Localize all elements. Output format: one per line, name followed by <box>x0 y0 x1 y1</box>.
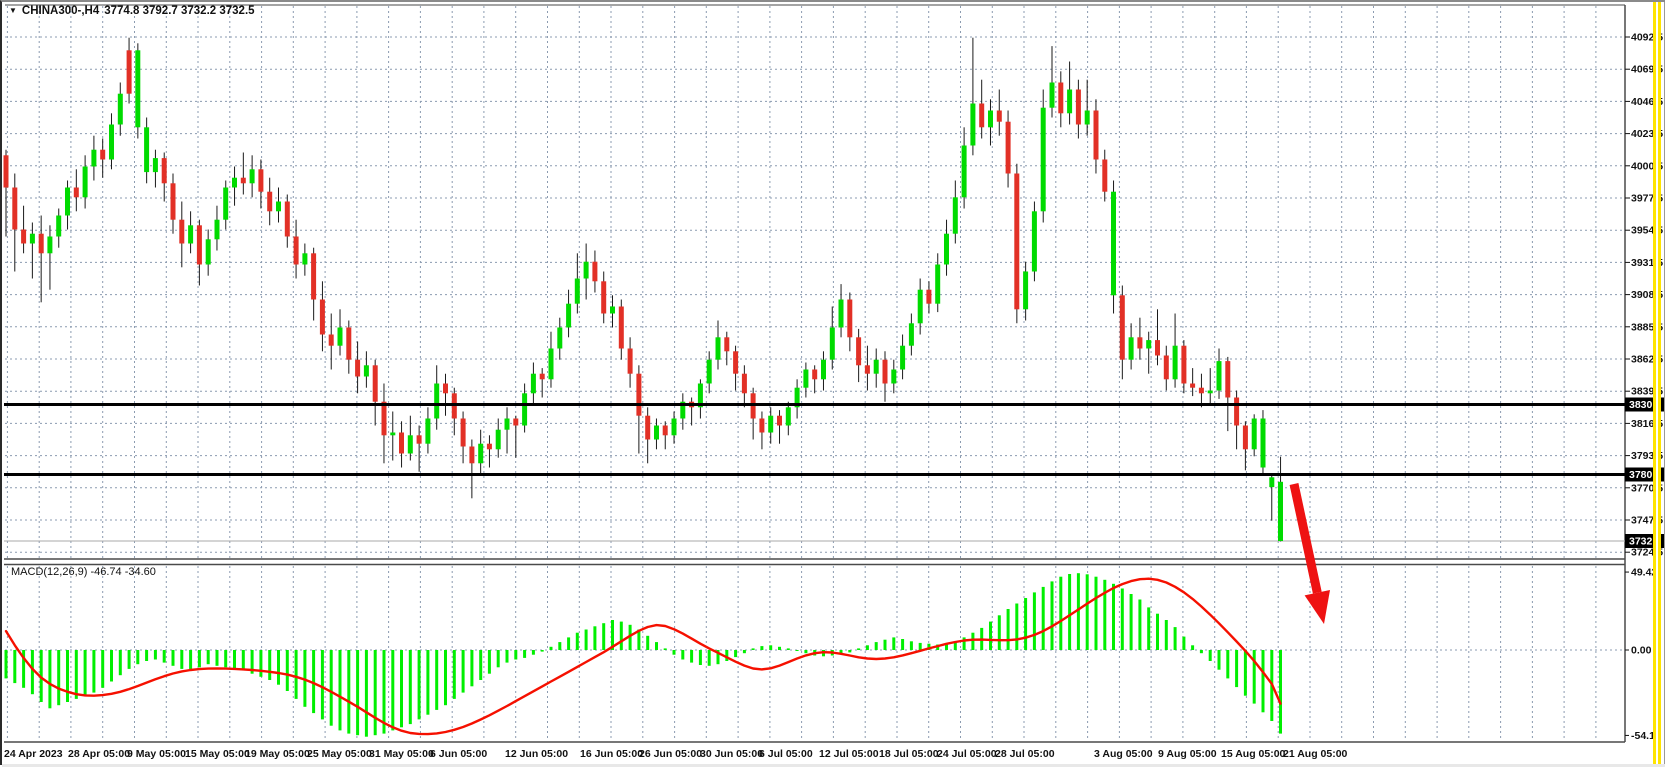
svg-text:28 Jul 05:00: 28 Jul 05:00 <box>995 748 1055 760</box>
svg-text:21 Aug 05:00: 21 Aug 05:00 <box>1283 748 1348 760</box>
time-axis[interactable]: 24 Apr 2023 28 Apr 05:009 May 05:0015 May… <box>4 748 1348 760</box>
chart-title: ▼ CHINA300-,H4 3774.8 3792.7 3732.2 3732… <box>9 5 255 17</box>
svg-text:31 May 05:00: 31 May 05:00 <box>369 748 434 760</box>
svg-text:0.00: 0.00 <box>1631 645 1652 657</box>
svg-text:6 Jul 05:00: 6 Jul 05:00 <box>759 748 813 760</box>
ohlc-readout: 3774.8 3792.7 3732.2 3732.5 <box>104 5 254 17</box>
svg-text:16 Jun 05:00: 16 Jun 05:00 <box>580 748 643 760</box>
right-accent-stripe <box>1653 2 1661 764</box>
svg-text:12 Jul 05:00: 12 Jul 05:00 <box>819 748 879 760</box>
chart-window: 4092.54069.54046.54023.54000.53977.53954… <box>0 0 1665 765</box>
symbol-dropdown-icon[interactable]: ▼ <box>9 5 17 17</box>
candles <box>4 38 1284 542</box>
svg-text:15 May 05:00: 15 May 05:00 <box>185 748 250 760</box>
resistance-line-3830[interactable] <box>4 403 1625 406</box>
symbol-period-label: CHINA300-,H4 <box>22 5 99 17</box>
svg-text:19 May 05:00: 19 May 05:00 <box>245 748 310 760</box>
svg-text:6 Jun 05:00: 6 Jun 05:00 <box>430 748 487 760</box>
svg-text:18 Jul 05:00: 18 Jul 05:00 <box>879 748 939 760</box>
svg-text:25 May 05:00: 25 May 05:00 <box>307 748 372 760</box>
svg-text:26 Jun 05:00: 26 Jun 05:00 <box>639 748 702 760</box>
trend-arrow[interactable] <box>1294 484 1330 624</box>
macd-indicator-label: MACD(12,26,9) -46.74 -34.60 <box>11 566 156 578</box>
svg-text:12 Jun 05:00: 12 Jun 05:00 <box>505 748 568 760</box>
chart-canvas[interactable]: 4092.54069.54046.54023.54000.53977.53954… <box>2 2 1665 767</box>
svg-text:24 Jul 05:00: 24 Jul 05:00 <box>937 748 997 760</box>
svg-text:30 Jun 05:00: 30 Jun 05:00 <box>700 748 763 760</box>
support-line-3780[interactable] <box>4 473 1625 476</box>
svg-text:28 Apr 05:00: 28 Apr 05:00 <box>68 748 130 760</box>
svg-text:15 Aug 05:00: 15 Aug 05:00 <box>1221 748 1286 760</box>
svg-text:9 Aug 05:00: 9 Aug 05:00 <box>1158 748 1217 760</box>
svg-text:9 May 05:00: 9 May 05:00 <box>127 748 186 760</box>
svg-text:24 Apr 2023: 24 Apr 2023 <box>4 748 63 760</box>
svg-text:3 Aug 05:00: 3 Aug 05:00 <box>1094 748 1153 760</box>
